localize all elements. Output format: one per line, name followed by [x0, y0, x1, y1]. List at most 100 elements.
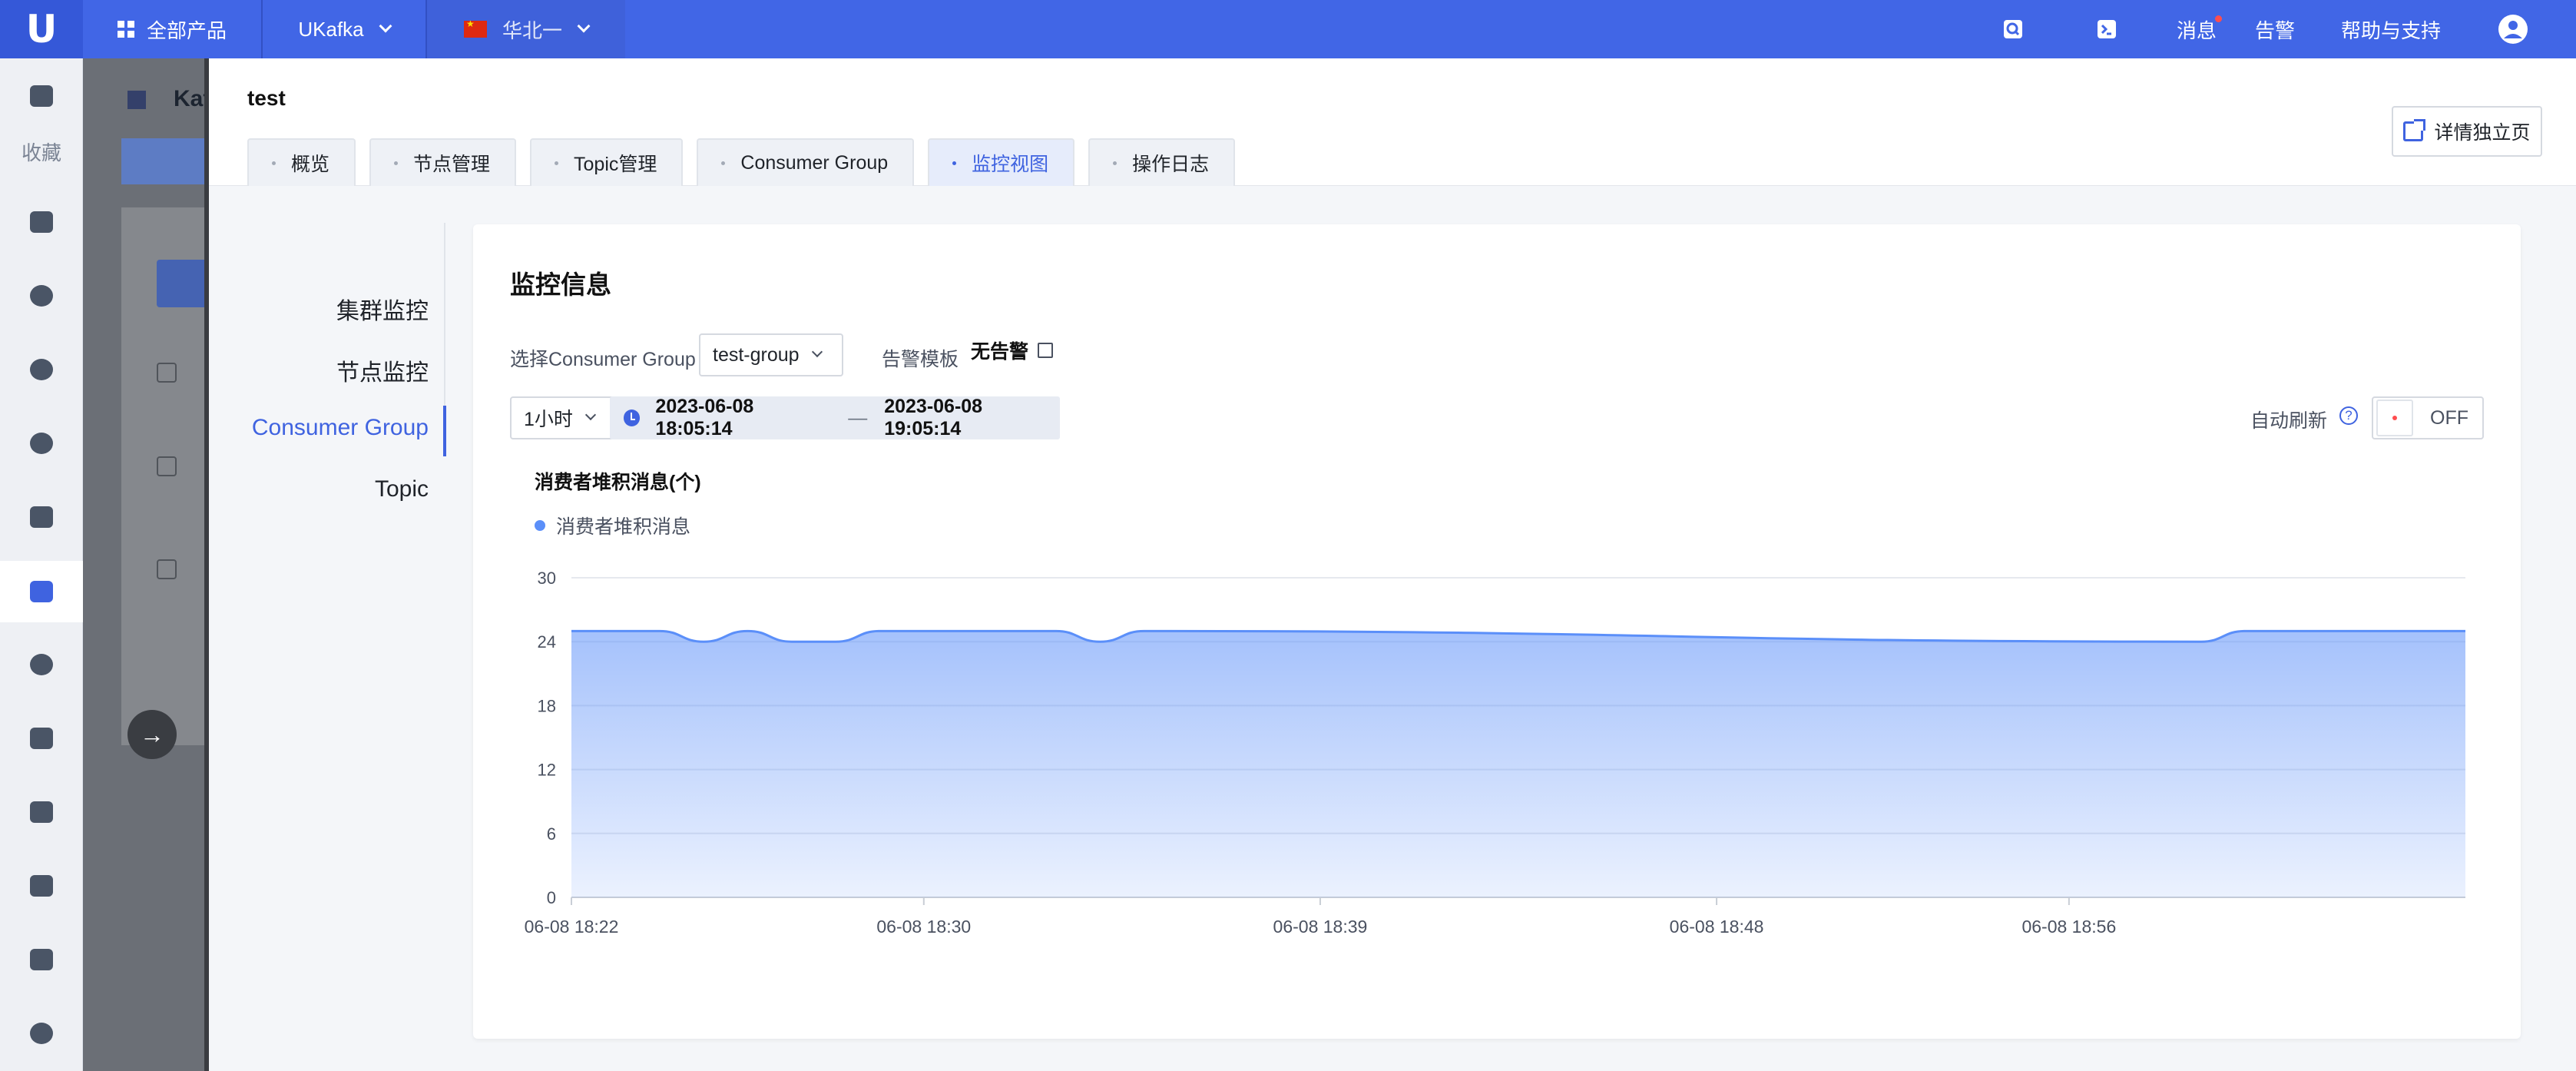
tab-label: 操作日志 — [1132, 154, 1210, 175]
user-avatar[interactable] — [2498, 0, 2528, 58]
rail-item-favorites[interactable]: 收藏 — [0, 124, 83, 178]
console-button[interactable] — [2097, 0, 2117, 58]
tab-monitoring-view[interactable]: 监控视图 — [928, 138, 1075, 186]
help-label: 帮助与支持 — [2341, 18, 2442, 42]
messages-label: 消息 — [2177, 18, 2217, 42]
tab-dot — [721, 161, 726, 165]
auto-refresh-label: 自动刷新 — [2250, 410, 2328, 432]
tab-label: 节点管理 — [413, 154, 491, 175]
tab-label: 概览 — [291, 154, 330, 175]
cloud-icon — [30, 285, 53, 307]
side-menu-topic[interactable]: Topic — [375, 476, 429, 502]
user-icon — [2498, 15, 2528, 44]
arrow-right-icon[interactable]: → — [127, 710, 177, 759]
x-tick-label: 06-08 18:39 — [1273, 917, 1368, 937]
tab-topic-management[interactable]: Topic管理 — [530, 138, 684, 186]
tab-label: 监控视图 — [972, 154, 1049, 175]
detail-standalone-page-button[interactable]: 详情独立页 — [2392, 106, 2542, 157]
rail-item-10[interactable] — [0, 933, 83, 986]
background-checkbox — [157, 559, 177, 579]
tab-operation-log[interactable]: 操作日志 — [1088, 138, 1236, 186]
detail-button-label: 详情独立页 — [2434, 122, 2531, 144]
server-icon — [30, 211, 53, 233]
tab-dot — [555, 161, 559, 165]
side-menu-consumer-group[interactable]: Consumer Group — [252, 415, 429, 441]
grid-icon — [117, 21, 134, 38]
date-range-picker[interactable]: 2023-06-08 18:05:14 — 2023-06-08 19:05:1… — [610, 396, 1060, 439]
consumer-group-select-label: 选择Consumer Group — [510, 349, 696, 370]
alarms-link[interactable]: 告警 — [2255, 0, 2295, 58]
series-area — [571, 631, 2465, 897]
background-checkbox — [157, 363, 177, 383]
legend-label: 消费者堆积消息 — [556, 516, 691, 538]
favorites-label: 收藏 — [21, 141, 61, 164]
drawer-header: test 概览 节点管理 Topic管理 Consumer Group 监控视图… — [209, 58, 2576, 186]
cube-icon — [30, 875, 53, 897]
rail-item-overview[interactable] — [0, 69, 83, 123]
top-nav-bar: U 全部产品 UKafka 华北一 消息 告警 帮助与支持 — [0, 0, 2576, 58]
chevron-down-icon — [584, 409, 596, 421]
all-products-menu[interactable]: 全部产品 — [83, 0, 263, 58]
rail-item-kafka[interactable] — [0, 561, 83, 622]
tab-dot — [952, 161, 957, 165]
product-label: UKafka — [298, 17, 364, 41]
rail-item-9[interactable] — [0, 859, 83, 913]
help-icon[interactable]: ? — [2339, 406, 2358, 425]
rail-item-7[interactable] — [0, 711, 83, 765]
product-switcher[interactable]: UKafka — [263, 0, 427, 58]
kafka-icon — [127, 91, 146, 109]
rail-item-2[interactable] — [0, 269, 83, 323]
edit-icon[interactable] — [1038, 343, 1054, 358]
help-support-link[interactable]: 帮助与支持 — [2341, 0, 2441, 58]
y-tick-label: 12 — [538, 761, 556, 780]
messages-link[interactable]: 消息 — [2177, 0, 2222, 58]
side-menu-cluster-monitor[interactable]: 集群监控 — [336, 292, 429, 326]
auto-refresh-toggle[interactable]: OFF — [2372, 396, 2484, 439]
hexagon-icon — [30, 801, 53, 823]
china-flag-icon — [463, 18, 487, 38]
monitor-icon — [30, 85, 53, 107]
range-separator: — — [848, 406, 868, 429]
consumer-group-select[interactable]: test-group — [699, 333, 843, 376]
region-switcher[interactable]: 华北一 — [427, 0, 625, 58]
cluster-icon — [30, 949, 53, 970]
unread-dot — [2215, 15, 2222, 22]
search-icon — [2004, 20, 2022, 38]
x-tick-label: 06-08 18:56 — [2021, 917, 2116, 937]
end-time: 2023-06-08 19:05:14 — [884, 396, 983, 439]
alarm-template-text: 无告警 — [971, 341, 1029, 363]
consumer-group-select-value: test-group — [713, 343, 800, 366]
chevron-down-icon — [811, 346, 823, 358]
region-label: 华北一 — [502, 18, 562, 42]
x-tick-label: 06-08 18:48 — [1670, 917, 1764, 937]
rail-item-5[interactable] — [0, 490, 83, 544]
tab-node-management[interactable]: 节点管理 — [369, 138, 517, 186]
alarm-template-value[interactable]: 无告警 — [971, 337, 1054, 364]
toggle-state-label: OFF — [2430, 406, 2468, 429]
left-nav-rail: 收藏 — [0, 58, 83, 1071]
rail-item-4[interactable] — [0, 416, 83, 470]
monitor-side-menu: 集群监控 节点监控 Consumer Group Topic — [209, 223, 446, 502]
search-button[interactable] — [2003, 0, 2023, 58]
y-tick-label: 18 — [538, 696, 556, 715]
rail-item-3[interactable] — [0, 343, 83, 396]
rail-item-6[interactable] — [0, 638, 83, 691]
rail-item-11[interactable] — [0, 1006, 83, 1060]
y-tick-label: 0 — [547, 888, 556, 907]
chart-legend[interactable]: 消费者堆积消息 — [535, 512, 690, 539]
rail-item-1[interactable] — [0, 195, 83, 249]
alarm-template-label: 告警模板 — [882, 349, 959, 370]
tab-dot — [1113, 161, 1117, 165]
chevron-down-icon — [379, 19, 392, 33]
rail-item-8[interactable] — [0, 785, 83, 839]
ucloud-logo[interactable]: U — [0, 0, 83, 58]
drawer-title: test — [247, 86, 286, 110]
monitor-card: 监控信息 选择Consumer Group test-group 告警模板 无告… — [473, 224, 2521, 1039]
tab-consumer-group[interactable]: Consumer Group — [697, 138, 915, 186]
chevron-down-icon — [577, 19, 591, 33]
start-time: 2023-06-08 18:05:14 — [655, 396, 754, 439]
tab-overview[interactable]: 概览 — [247, 138, 356, 186]
tab-dot — [394, 161, 399, 165]
time-range-value: 1小时 — [524, 409, 573, 430]
side-menu-node-monitor[interactable]: 节点监控 — [336, 353, 429, 387]
